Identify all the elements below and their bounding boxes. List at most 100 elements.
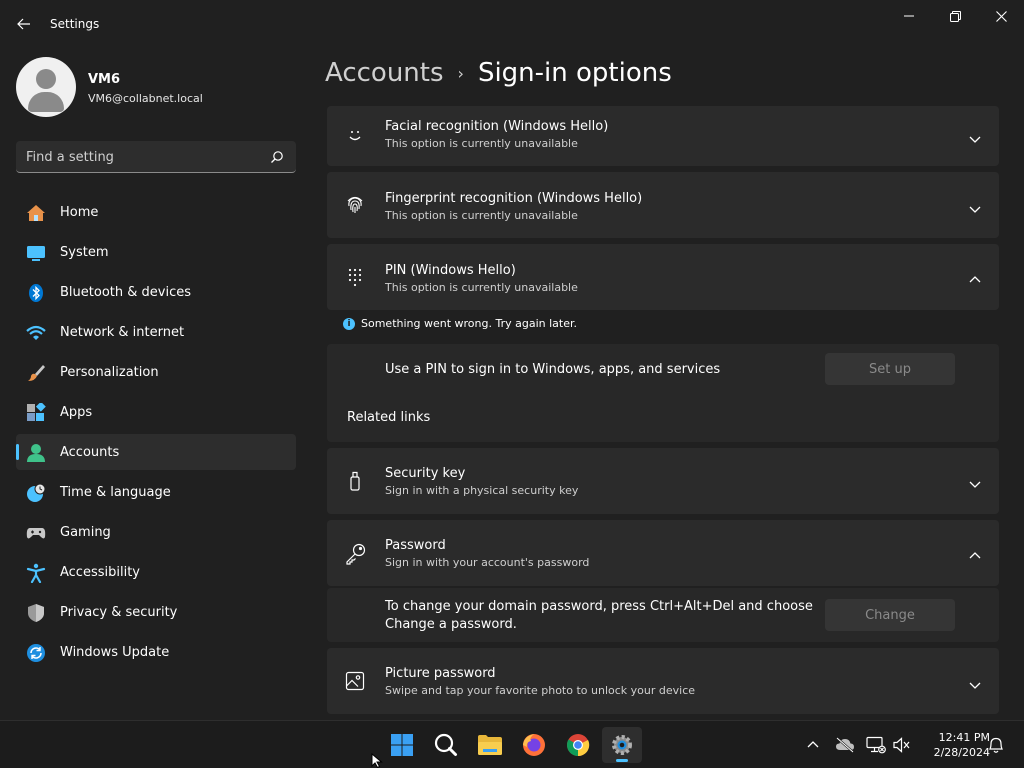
chevron-down-icon[interactable]	[969, 130, 981, 143]
sidebar-item-network[interactable]: Network & internet	[16, 314, 296, 350]
chevron-down-icon[interactable]	[969, 676, 981, 689]
card-title: Security key	[385, 466, 466, 481]
change-button[interactable]: Change	[825, 599, 955, 631]
accessibility-icon	[26, 563, 46, 584]
sidebar-item-accessibility[interactable]: Accessibility	[16, 554, 296, 590]
search-box[interactable]	[16, 141, 296, 173]
avatar[interactable]	[16, 57, 76, 117]
sidebar-item-label: Personalization	[60, 364, 159, 380]
back-arrow-icon[interactable]	[10, 10, 38, 38]
gamepad-icon	[26, 523, 46, 541]
sidebar-item-gaming[interactable]: Gaming	[16, 514, 296, 550]
sidebar-item-label: Apps	[60, 404, 93, 420]
cloud-offline-icon[interactable]	[835, 735, 855, 755]
minimize-icon[interactable]	[886, 0, 932, 32]
start-icon[interactable]	[382, 727, 422, 763]
sidebar-item-label: System	[60, 244, 109, 260]
sidebar-item-home[interactable]: Home	[16, 194, 296, 230]
card-title: PIN (Windows Hello)	[385, 263, 516, 278]
home-icon	[26, 203, 45, 221]
chevron-down-icon[interactable]	[969, 475, 981, 488]
sidebar-item-apps[interactable]: Apps	[16, 394, 296, 430]
password-card[interactable]: Password Sign in with your account's pas…	[327, 520, 999, 586]
sidebar-item-accounts[interactable]: Accounts	[16, 434, 296, 470]
window-title: Settings	[50, 17, 100, 31]
sidebar-item-privacy-security[interactable]: Privacy & security	[16, 594, 296, 630]
card-subtitle: Sign in with a physical security key	[385, 484, 579, 497]
page-title: Sign-in options	[477, 58, 672, 88]
search-input[interactable]	[26, 147, 256, 167]
fingerprint-recognition-card[interactable]: Fingerprint recognition (Windows Hello) …	[327, 172, 999, 238]
pin-error-message: i Something went wrong. Try again later.	[343, 317, 577, 330]
card-title: Password	[385, 538, 446, 553]
sidebar-item-label: Time & language	[60, 484, 171, 500]
card-subtitle: Swipe and tap your favorite photo to unl…	[385, 684, 696, 697]
pin-card[interactable]: PIN (Windows Hello) This option is curre…	[327, 244, 999, 310]
sidebar-item-label: Privacy & security	[60, 604, 178, 620]
breadcrumb-separator: ›	[457, 63, 464, 83]
card-subtitle: Sign in with your account's password	[385, 556, 590, 569]
accounts-icon	[26, 443, 45, 462]
sidebar-item-windows-update[interactable]: Windows Update	[16, 634, 296, 670]
breadcrumb: Accounts › Sign-in options	[325, 58, 672, 88]
sidebar-item-system[interactable]: System	[16, 234, 296, 270]
apps-icon	[26, 401, 46, 421]
network-icon[interactable]	[866, 735, 886, 755]
card-title: Picture password	[385, 666, 496, 681]
card-subtitle: This option is currently unavailable	[385, 281, 578, 294]
error-text: Something went wrong. Try again later.	[361, 317, 577, 330]
system-icon	[26, 243, 45, 261]
pin-setup-panel: Use a PIN to sign in to Windows, apps, a…	[327, 344, 999, 442]
title-bar: Settings	[0, 0, 1024, 48]
sidebar-item-time-language[interactable]: Time & language	[16, 474, 296, 510]
shield-icon	[26, 603, 44, 622]
sidebar-item-label: Accounts	[60, 444, 120, 460]
bluetooth-icon	[26, 283, 44, 302]
sidebar-item-label: Windows Update	[60, 644, 170, 660]
sidebar-item-bluetooth[interactable]: Bluetooth & devices	[16, 274, 296, 310]
breadcrumb-parent[interactable]: Accounts	[325, 58, 444, 88]
sidebar-item-label: Bluetooth & devices	[60, 284, 191, 300]
usb-key-icon	[345, 471, 365, 491]
search-icon[interactable]	[270, 149, 284, 163]
brush-icon	[26, 363, 45, 381]
card-title: Facial recognition (Windows Hello)	[385, 119, 609, 134]
face-icon	[345, 126, 365, 146]
clock-time: 12:41 PM	[938, 731, 990, 744]
related-links-label: Related links	[347, 410, 431, 425]
info-icon: i	[343, 317, 355, 330]
sidebar-item-label: Gaming	[60, 524, 111, 540]
card-subtitle: This option is currently unavailable	[385, 137, 578, 150]
firefox-icon[interactable]	[514, 727, 554, 763]
keypad-icon	[345, 267, 365, 287]
wifi-icon	[26, 323, 46, 341]
notification-bell-icon[interactable]	[986, 735, 1006, 755]
sidebar-item-label: Accessibility	[60, 564, 140, 580]
close-icon[interactable]	[978, 0, 1024, 32]
chevron-up-icon[interactable]	[803, 735, 823, 755]
set-up-button[interactable]: Set up	[825, 353, 955, 385]
taskbar: 12:41 PM 2/28/2024	[0, 720, 1024, 768]
chrome-icon[interactable]	[558, 727, 598, 763]
chevron-down-icon[interactable]	[969, 200, 981, 213]
facial-recognition-card[interactable]: Facial recognition (Windows Hello) This …	[327, 106, 999, 166]
user-email: VM6@collabnet.local	[88, 92, 203, 105]
search-icon[interactable]	[426, 727, 466, 763]
chevron-up-icon[interactable]	[969, 547, 981, 559]
restore-icon[interactable]	[932, 0, 978, 32]
settings-icon[interactable]	[602, 727, 642, 763]
taskbar-clock[interactable]: 12:41 PM 2/28/2024	[916, 730, 990, 760]
sidebar-item-personalization[interactable]: Personalization	[16, 354, 296, 390]
update-icon	[26, 643, 45, 662]
chevron-up-icon[interactable]	[969, 271, 981, 283]
sidebar-item-label: Home	[60, 204, 99, 220]
file-explorer-icon[interactable]	[470, 727, 510, 763]
globe-clock-icon	[26, 483, 46, 502]
picture-password-card[interactable]: Picture password Swipe and tap your favo…	[327, 648, 999, 714]
volume-muted-icon[interactable]	[892, 735, 912, 755]
security-key-card[interactable]: Security key Sign in with a physical sec…	[327, 448, 999, 514]
password-change-panel: To change your domain password, press Ct…	[327, 588, 999, 642]
password-change-text-line1: To change your domain password, press Ct…	[385, 599, 813, 614]
sidebar-item-label: Network & internet	[60, 324, 185, 340]
fingerprint-icon	[345, 194, 365, 214]
